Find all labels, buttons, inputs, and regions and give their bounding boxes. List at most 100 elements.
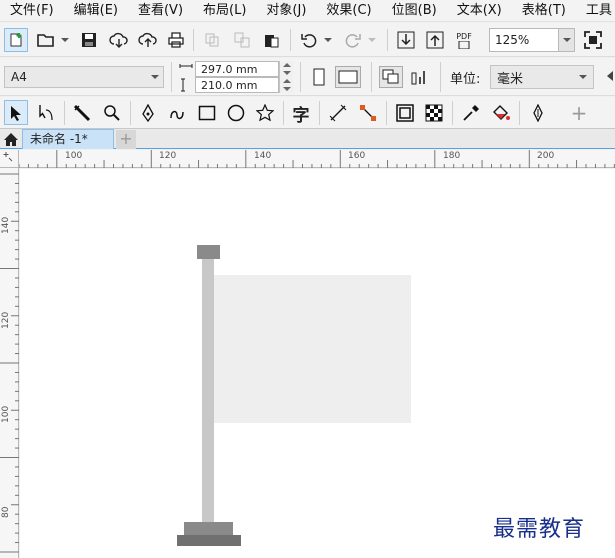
page-size-value: A4 <box>11 70 27 84</box>
zoom-dropdown-button[interactable] <box>559 28 575 52</box>
paste-button[interactable] <box>261 31 281 49</box>
menu-effects[interactable]: 效果(C) <box>316 0 381 22</box>
full-screen-icon <box>584 31 602 49</box>
shape-tool[interactable] <box>34 102 58 124</box>
ruler-origin-icon <box>3 152 13 162</box>
freehand-tool[interactable] <box>136 102 160 124</box>
menu-object[interactable]: 对象(J) <box>256 0 316 22</box>
pole-finial[interactable] <box>197 245 220 259</box>
menu-table[interactable]: 表格(T) <box>512 0 576 22</box>
page-width-field[interactable]: 297.0 mm <box>195 61 279 77</box>
horizontal-ruler[interactable]: 100 120 140 160 180 200 <box>19 150 615 168</box>
import-button[interactable] <box>396 30 416 50</box>
cloud-export-button[interactable] <box>137 31 159 49</box>
redo-dropdown-arrow[interactable] <box>368 38 376 42</box>
new-document-button[interactable] <box>4 28 28 52</box>
pole-base-top[interactable] <box>184 522 233 536</box>
open-button[interactable] <box>36 31 56 49</box>
copy-button[interactable] <box>232 31 252 49</box>
publish-pdf-button[interactable]: PDF <box>453 29 475 51</box>
chevron-down-icon <box>151 75 159 79</box>
units-select[interactable]: 毫米 <box>490 65 594 89</box>
save-button[interactable] <box>80 31 98 49</box>
print-button[interactable] <box>166 31 186 49</box>
clipboard-icon <box>265 35 279 48</box>
page-width-spinner[interactable] <box>279 61 293 77</box>
menu-layout[interactable]: 布局(L) <box>193 0 256 22</box>
full-screen-button[interactable] <box>583 30 603 50</box>
pole-base-bottom[interactable] <box>177 535 241 546</box>
interactive-fill-tool[interactable] <box>489 102 513 124</box>
menu-file[interactable]: 文件(F) <box>0 0 64 22</box>
ellipse-tool[interactable] <box>224 102 248 124</box>
vertical-ruler[interactable]: 140 120 100 80 <box>0 168 19 558</box>
checkerboard-icon <box>425 104 443 122</box>
parallel-dimension-tool[interactable] <box>326 102 350 124</box>
separator <box>64 101 65 125</box>
smart-fill-tool[interactable] <box>526 102 550 124</box>
menu-bitmap[interactable]: 位图(B) <box>382 0 447 22</box>
toolbar-scroll-left-icon[interactable] <box>607 71 613 81</box>
node-edit-icon <box>39 105 53 121</box>
redo-button[interactable] <box>343 31 363 49</box>
cloud-import-button[interactable] <box>108 31 130 49</box>
connector-tool[interactable] <box>356 102 380 124</box>
duplicate-icon <box>234 32 250 48</box>
export-button[interactable] <box>425 30 445 50</box>
artistic-media-tool[interactable] <box>166 102 190 124</box>
flag-pole[interactable] <box>202 258 214 524</box>
ruler-v-label: 140 <box>1 216 11 234</box>
current-page-button[interactable] <box>409 66 431 88</box>
welcome-screen-tab[interactable] <box>2 131 20 147</box>
folder-icon <box>37 34 54 47</box>
separator <box>319 101 320 125</box>
drop-shadow-tool[interactable] <box>393 102 417 124</box>
separator <box>371 62 372 92</box>
polygon-tool[interactable] <box>253 102 277 124</box>
undo-button[interactable] <box>299 31 319 49</box>
chevron-down-icon <box>579 75 587 79</box>
open-dropdown-arrow[interactable] <box>61 38 69 42</box>
transparency-tool[interactable] <box>422 102 446 124</box>
customize-toolbox-button[interactable]: + <box>567 101 591 125</box>
ruler-v-label: 120 <box>1 311 11 329</box>
separator <box>452 101 453 125</box>
new-tab-button[interactable]: + <box>116 130 136 149</box>
page-height-field[interactable]: 210.0 mm <box>195 77 279 93</box>
magnifier-icon <box>104 105 120 121</box>
flag-drawing <box>177 245 411 546</box>
landscape-button[interactable] <box>335 66 361 88</box>
zoom-level-field[interactable]: 125% <box>489 28 559 52</box>
undo-dropdown-arrow[interactable] <box>324 38 332 42</box>
menu-edit[interactable]: 编辑(E) <box>64 0 128 22</box>
document-tab[interactable]: 未命名 -1* <box>22 129 114 149</box>
page-width-icon <box>178 62 194 76</box>
text-tool[interactable]: 字 <box>289 102 313 126</box>
horizontal-ruler-ticks <box>19 150 615 168</box>
pages-icon <box>382 69 399 84</box>
eyedropper-tool[interactable] <box>459 102 483 124</box>
page-size-select[interactable]: A4 <box>4 66 164 88</box>
document-tab-bar: 未命名 -1* + <box>0 129 615 149</box>
pick-tool[interactable] <box>4 100 28 125</box>
ruler-origin[interactable] <box>0 150 19 168</box>
crop-tool[interactable] <box>70 102 94 124</box>
rectangle-tool[interactable] <box>195 102 219 124</box>
zoom-tool[interactable] <box>100 102 124 124</box>
menu-tools[interactable]: 工具 <box>576 0 615 22</box>
flag-cloth[interactable] <box>213 275 411 423</box>
home-icon <box>4 132 18 146</box>
page-height-spinner[interactable] <box>279 77 293 93</box>
coreldraw-window: 文件(F) 编辑(E) 查看(V) 布局(L) 对象(J) 效果(C) 位图(B… <box>0 0 615 558</box>
landscape-icon <box>338 70 358 84</box>
separator <box>171 62 172 92</box>
redo-icon <box>345 34 361 48</box>
cut-button[interactable] <box>202 31 222 49</box>
drawing-canvas[interactable] <box>20 169 615 558</box>
menu-text[interactable]: 文本(X) <box>447 0 512 22</box>
portrait-button[interactable] <box>309 66 329 88</box>
page-bars-icon <box>411 71 425 85</box>
arrow-cursor-icon <box>11 105 21 121</box>
all-pages-button[interactable] <box>379 66 403 88</box>
menu-view[interactable]: 查看(V) <box>128 0 193 22</box>
